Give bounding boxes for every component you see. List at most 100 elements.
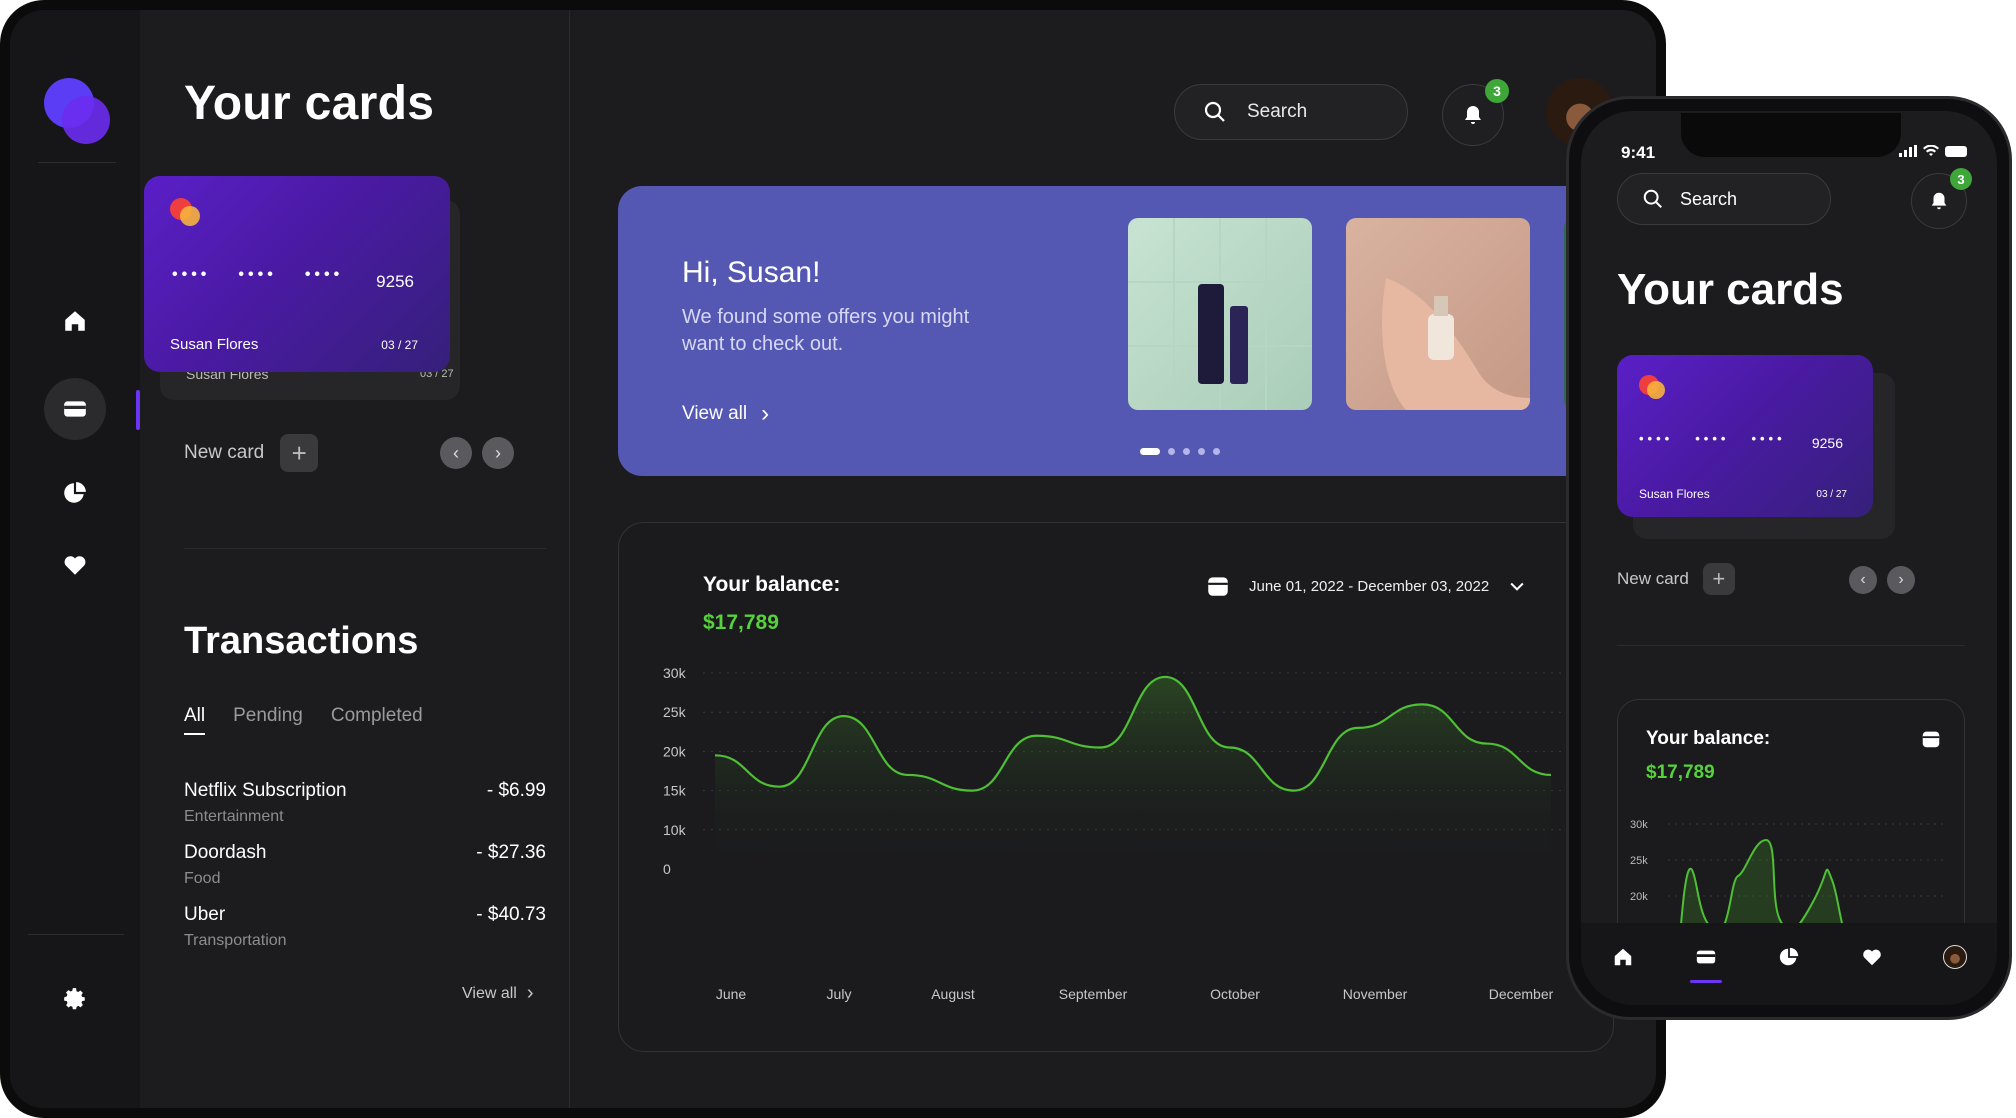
- phone-notifications-button[interactable]: 3: [1911, 168, 1972, 229]
- plus-icon: +: [280, 434, 319, 472]
- sidebar: [10, 10, 140, 1108]
- new-card-button[interactable]: New card +: [184, 434, 319, 472]
- avatar: [1943, 945, 1968, 969]
- card-number-mask: •••• •••• ••••: [172, 266, 344, 283]
- banner-pagination: [1140, 448, 1220, 455]
- tab-home[interactable]: [1603, 937, 1643, 977]
- status-time: 9:41: [1621, 143, 1656, 162]
- transactions-title: Transactions: [184, 620, 419, 662]
- search-placeholder: Search: [1680, 188, 1738, 209]
- chart-x-tick-label: November: [1343, 986, 1408, 1002]
- transaction-amount: - $40.73: [476, 904, 546, 925]
- transaction-row[interactable]: Uber Transportation - $40.73: [184, 904, 546, 950]
- chart-y-tick-label: 10k: [663, 822, 687, 838]
- chevron-right-icon: ›: [495, 442, 501, 463]
- prev-card-button[interactable]: ‹: [440, 437, 472, 469]
- card-holder: Susan Flores: [170, 336, 259, 353]
- chart-y-tick-label: 25k: [663, 704, 687, 720]
- notifications-button[interactable]: 3: [1442, 79, 1509, 146]
- page-dot[interactable]: [1168, 448, 1175, 455]
- transaction-category: Transportation: [184, 932, 287, 949]
- prev-card-button[interactable]: ‹: [1849, 566, 1877, 594]
- sidebar-item-cards[interactable]: [44, 378, 106, 440]
- mastercard-logo-icon: [180, 206, 200, 226]
- transaction-row[interactable]: Netflix Subscription Entertainment - $6.…: [184, 780, 546, 826]
- chart-x-tick-label: December: [1489, 986, 1554, 1002]
- tablet-device: Your cards Susan Flores 03 / 27 •••• ••••…: [0, 0, 1666, 1118]
- tab-favorites[interactable]: [1852, 937, 1892, 977]
- balance-panel: Your balance: $17,789 June 01, 2022 - De…: [618, 522, 1614, 1052]
- dynamic-island: [1681, 113, 1901, 157]
- banner-message: We found some offers you might want to c…: [682, 306, 970, 355]
- page-dot[interactable]: [1140, 448, 1160, 455]
- page-title: Your cards: [184, 77, 435, 130]
- transaction-amount: - $27.36: [476, 842, 546, 863]
- phone-search-input[interactable]: Search: [1617, 173, 1831, 225]
- chart-y-tick-label: 0: [663, 861, 671, 877]
- chart-area: [715, 676, 1551, 869]
- sidebar-item-home[interactable]: [44, 290, 106, 352]
- chevron-left-icon: ‹: [1860, 571, 1866, 588]
- search-icon: [1643, 189, 1662, 208]
- sidebar-item-analytics[interactable]: [44, 462, 106, 524]
- next-card-button[interactable]: ›: [1887, 566, 1915, 594]
- banner-view-all-link[interactable]: View all ›: [682, 400, 769, 428]
- settings-button[interactable]: [44, 968, 106, 1030]
- sidebar-item-favorites[interactable]: [44, 534, 106, 596]
- next-card-button[interactable]: ›: [482, 437, 514, 469]
- mastercard-logo-icon: [1647, 381, 1665, 399]
- page-dot[interactable]: [1213, 448, 1220, 455]
- tab-completed[interactable]: Completed: [331, 705, 423, 735]
- card-icon: [1696, 950, 1715, 964]
- section-divider: [184, 548, 546, 549]
- card-number-mask: •••• •••• ••••: [1639, 431, 1786, 446]
- chart-y-tick-label: 30k: [663, 665, 687, 681]
- pie-chart-icon: [1779, 947, 1799, 966]
- offer-image-serum[interactable]: [1346, 218, 1530, 410]
- chart-y-tick-label: 15k: [663, 783, 687, 799]
- new-card-label: New card: [184, 442, 265, 463]
- view-all-label: View all: [462, 984, 517, 1002]
- chart-tick-label: 30k: [1630, 819, 1648, 831]
- phone-balance-panel: Your balance: $17,789 30k 25k 20k: [1617, 699, 1965, 959]
- card-last4: 9256: [376, 272, 414, 291]
- page-dot[interactable]: [1198, 448, 1205, 455]
- tab-pending[interactable]: Pending: [233, 705, 303, 735]
- app-logo[interactable]: [44, 78, 114, 148]
- chevron-right-icon: ›: [1898, 571, 1904, 588]
- tab-cards[interactable]: [1686, 937, 1726, 983]
- chevron-right-icon: ›: [526, 982, 534, 1004]
- transaction-category: Food: [184, 870, 221, 887]
- search-input[interactable]: Search: [1174, 84, 1408, 140]
- chart-tick-label: 25k: [1630, 855, 1648, 867]
- credit-card[interactable]: •••• •••• •••• 9256 Susan Flores 03 / 27: [144, 176, 450, 372]
- chevron-right-icon: ›: [761, 400, 770, 427]
- offer-image-skincare[interactable]: [1128, 218, 1312, 410]
- phone-credit-card[interactable]: •••• •••• •••• 9256 Susan Flores 03 / 27: [1617, 355, 1873, 517]
- transactions-view-all-link[interactable]: View all ›: [462, 982, 534, 1005]
- bell-icon: [1465, 106, 1481, 124]
- phone-tab-bar: [1581, 923, 1997, 1005]
- tab-profile[interactable]: [1935, 937, 1975, 977]
- card-icon: [64, 401, 86, 417]
- signal-icon: [1899, 145, 1917, 157]
- pie-chart-icon: [64, 482, 86, 503]
- page-dot[interactable]: [1183, 448, 1190, 455]
- card-expiry: 03 / 27: [1816, 489, 1847, 500]
- banner-greeting: Hi, Susan!: [682, 256, 821, 289]
- heart-icon: [1863, 949, 1881, 966]
- card-expiry: 03 / 27: [381, 338, 418, 352]
- chart-x-tick-label: September: [1059, 986, 1128, 1002]
- notification-badge: 3: [1485, 79, 1509, 103]
- balance-chart: 0 10k 15k 20k 25k 30k June July August September…: [663, 665, 1599, 1002]
- chart-y-tick-label: 20k: [663, 743, 687, 759]
- chart-tick-label: 20k: [1630, 891, 1648, 903]
- transaction-row[interactable]: Doordash Food - $27.36: [184, 842, 546, 888]
- transaction-amount: - $6.99: [486, 780, 546, 801]
- gear-icon: [64, 988, 85, 1010]
- phone-new-card-button[interactable]: New card +: [1617, 563, 1735, 595]
- transaction-tabs: All Pending Completed: [184, 705, 423, 735]
- tab-all[interactable]: All: [184, 705, 206, 735]
- tab-analytics[interactable]: [1769, 937, 1809, 977]
- chevron-left-icon: ‹: [453, 442, 459, 463]
